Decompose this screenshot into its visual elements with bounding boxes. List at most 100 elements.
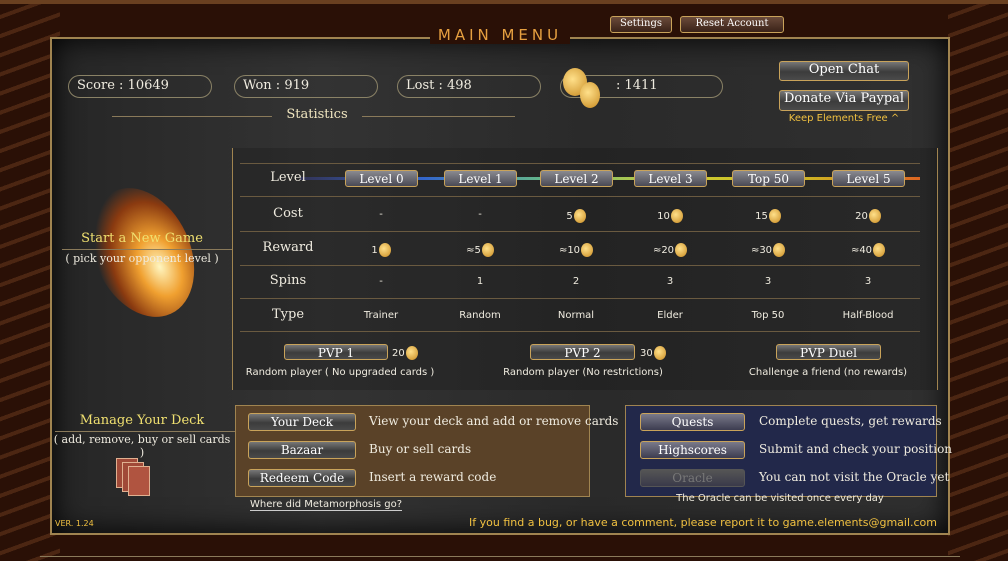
start-new-game-title[interactable]: Start a New Game [62,231,222,246]
type-value: Elder [657,310,683,321]
deck-1-desc: Buy or sell cards [369,442,472,456]
spins-cell: 3 [625,276,715,287]
coins-value: : 1411 [616,78,658,93]
coin-icon [481,243,494,257]
extras-2-desc: You can not visit the Oracle yet [759,470,950,484]
level-button[interactable]: Level 0 [345,170,418,187]
cards-icon[interactable] [116,458,158,496]
reset-account-button[interactable]: Reset Account [680,16,784,33]
lost-display: Lost : 498 [397,75,541,98]
table-row-divider [240,163,920,164]
divider [55,431,235,432]
coin-icon [653,346,666,360]
coin-icon [378,243,391,257]
extras-2-button[interactable]: Oracle [640,469,745,487]
coin-icon [670,209,683,223]
spins-cell: 3 [723,276,813,287]
reward-cell: ≈40 [823,243,913,257]
coin-icon [675,243,688,257]
deck-2-button[interactable]: Redeem Code [248,469,356,487]
extras-0-desc: Complete quests, get rewards [759,414,942,428]
pvp2-cost: 30 [640,346,680,360]
type-cell: Normal [531,310,621,321]
start-new-game-subtitle: ( pick your opponent level ) [65,252,219,265]
level-button[interactable]: Level 3 [634,170,707,187]
row-label: Spins [269,273,307,288]
cost-value: - [379,209,383,220]
level-button[interactable]: Level 2 [540,170,613,187]
type-cell: Top 50 [723,310,813,321]
statistics-link[interactable]: Statistics [272,107,362,122]
type-value: Top 50 [751,310,785,321]
version-label: VER. 1.24 [55,519,94,528]
spins-value: 3 [864,276,872,287]
row-label: Type [271,307,305,322]
reward-value: 1 [371,245,378,256]
open-chat-button[interactable]: Open Chat [779,61,909,81]
pvp1-desc: Random player ( No upgraded cards ) [245,367,435,378]
pvp1-button[interactable]: PVP 1 [284,344,388,360]
pvp1-cost: 20 [392,346,432,360]
pvp2-desc: Random player (No restrictions) [503,367,663,378]
spins-value: - [379,276,383,287]
spins-cell: 3 [823,276,913,287]
row-label: Reward [262,240,314,255]
type-cell: Elder [625,310,715,321]
pvp-duel-button[interactable]: PVP Duel [776,344,881,360]
manage-deck-subtitle: ( add, remove, buy or sell cards ) [53,433,231,459]
coin-icon [580,82,600,108]
type-cell: Half-Blood [823,310,913,321]
oracle-note: The Oracle can be visited once every day [676,493,884,504]
type-cell: Trainer [336,310,426,321]
spins-value: 3 [666,276,674,287]
coin-icon [868,209,881,223]
coin-icon [768,209,781,223]
reward-value: ≈5 [466,245,481,256]
cost-cell: - [435,209,525,220]
donate-paypal-button[interactable]: Donate Via Paypal [779,90,909,111]
table-row-divider [240,298,920,299]
right-ornament [948,0,1008,561]
level-button[interactable]: Level 5 [832,170,905,187]
cost-value: - [478,209,482,220]
deck-2-desc: Insert a reward code [369,470,497,484]
cost-cell: 15 [723,209,813,223]
manage-deck-title[interactable]: Manage Your Deck [62,413,222,428]
level-button[interactable]: Level 1 [444,170,517,187]
pvp1-cost-value: 20 [392,348,405,359]
level-button[interactable]: Top 50 [732,170,805,187]
table-row-divider [240,196,920,197]
extras-1-button[interactable]: Highscores [640,441,745,459]
deck-1-button[interactable]: Bazaar [248,441,356,459]
settings-button[interactable]: Settings [610,16,672,33]
spins-cell: 2 [531,276,621,287]
reward-value: ≈40 [850,245,873,256]
type-value: Random [459,310,501,321]
pvp-duel-desc: Challenge a friend (no rewards) [748,367,908,378]
cost-value: 15 [755,211,768,222]
spins-cell: - [336,276,426,287]
metamorphosis-link[interactable]: Where did Metamorphosis go? [250,499,403,511]
divider [362,116,515,117]
pvp2-button[interactable]: PVP 2 [530,344,635,360]
spins-value: 2 [572,276,580,287]
spins-value: 1 [476,276,484,287]
coin-icon [573,209,586,223]
row-label: Cost [273,206,303,221]
reward-value: ≈10 [558,245,581,256]
cost-cell: 20 [823,209,913,223]
coin-icon [581,243,594,257]
coin-icon [773,243,786,257]
cost-cell: - [336,209,426,220]
reward-value: ≈30 [750,245,773,256]
reward-cell: ≈5 [435,243,525,257]
divider [62,249,232,250]
reward-cell: ≈10 [531,243,621,257]
type-value: Half-Blood [842,310,894,321]
deck-0-button[interactable]: Your Deck [248,413,356,431]
won-display: Won : 919 [234,75,378,98]
extras-0-button[interactable]: Quests [640,413,745,431]
keep-free-text: Keep Elements Free ^ [788,113,900,124]
reward-cell: ≈30 [723,243,813,257]
coin-icon [405,346,418,360]
